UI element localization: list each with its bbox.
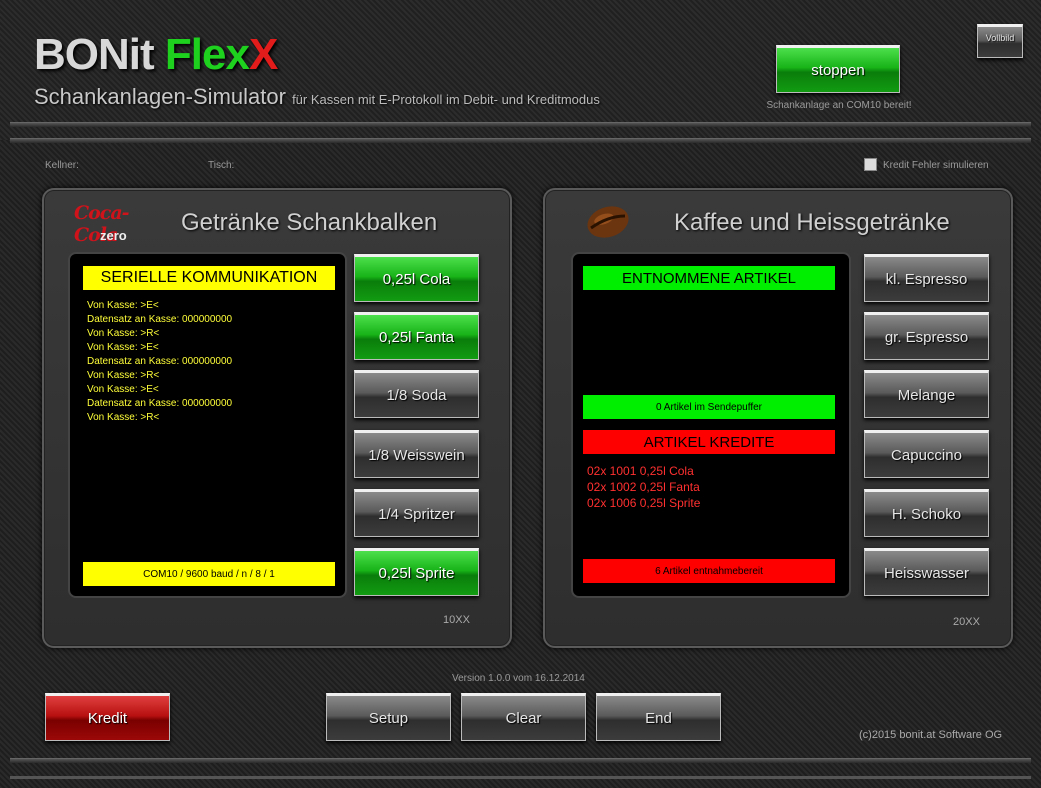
credit-list: 02x 1001 0,25l Cola 02x 1002 0,25l Fanta 0… bbox=[587, 463, 700, 511]
coffee-bean-icon bbox=[585, 204, 631, 240]
coffee-code: 20XX bbox=[953, 616, 980, 628]
coffee-button-melange[interactable]: Melange bbox=[864, 370, 989, 418]
taken-articles-header: ENTNOMMENE ARTIKEL bbox=[583, 266, 835, 290]
clear-button[interactable]: Clear bbox=[461, 693, 586, 741]
coca-cola-logo: Coca-Cola zero bbox=[74, 202, 130, 246]
coffee-button-heisswasser[interactable]: Heisswasser bbox=[864, 548, 989, 596]
list-item: 02x 1001 0,25l Cola bbox=[587, 464, 694, 478]
coffee-button-schoko[interactable]: H. Schoko bbox=[864, 489, 989, 537]
drink-button-weisswein[interactable]: 1/8 Weisswein bbox=[354, 430, 479, 478]
send-buffer-status: 0 Artikel im Sendepuffer bbox=[583, 395, 835, 419]
coffee-button-gr-espresso[interactable]: gr. Espresso bbox=[864, 312, 989, 360]
drink-button-spritzer[interactable]: 1/4 Spritzer bbox=[354, 489, 479, 537]
drink-button-sprite[interactable]: 0,25l Sprite bbox=[354, 548, 479, 596]
table-label: Tisch: bbox=[208, 160, 235, 171]
status-text: Schankanlage an COM10 bereit! bbox=[766, 100, 912, 111]
app-logo: BONit FlexX bbox=[34, 30, 278, 79]
credit-button[interactable]: Kredit bbox=[45, 693, 170, 741]
header-divider bbox=[10, 122, 1031, 127]
list-item: 02x 1006 0,25l Sprite bbox=[587, 496, 701, 510]
fullscreen-button[interactable]: Vollbild bbox=[977, 24, 1023, 58]
stop-button[interactable]: stoppen bbox=[776, 45, 900, 93]
footer-divider-2 bbox=[10, 776, 1031, 779]
coffee-panel-title: Kaffee und Heissgetränke bbox=[674, 209, 950, 236]
drink-button-fanta[interactable]: 0,25l Fanta bbox=[354, 312, 479, 360]
ready-articles-status: 6 Artikel entnahmebereit bbox=[583, 559, 835, 583]
copyright-text: (c)2015 bonit.at Software OG bbox=[859, 729, 1003, 741]
comm-header: SERIELLE KOMMUNIKATION bbox=[83, 266, 335, 290]
coffee-button-kl-espresso[interactable]: kl. Espresso bbox=[864, 254, 989, 302]
drinks-code: 10XX bbox=[443, 614, 470, 626]
port-settings: COM10 / 9600 baud / n / 8 / 1 bbox=[83, 562, 335, 586]
version-text: Version 1.0.0 vom 16.12.2014 bbox=[452, 673, 585, 684]
drink-button-cola[interactable]: 0,25l Cola bbox=[354, 254, 479, 302]
simulate-error-label: Kredit Fehler simulieren bbox=[883, 160, 989, 171]
drink-button-soda[interactable]: 1/8 Soda bbox=[354, 370, 479, 418]
comm-log: Von Kasse: >E< Datensatz an Kasse: 000000… bbox=[87, 300, 233, 423]
waiter-label: Kellner: bbox=[45, 160, 79, 171]
app-subtitle: Schankanlagen-Simulator für Kassen mit E… bbox=[34, 84, 600, 109]
list-item: 02x 1002 0,25l Fanta bbox=[587, 480, 700, 494]
drinks-panel-title: Getränke Schankbalken bbox=[181, 209, 438, 236]
articles-screen bbox=[571, 252, 851, 598]
setup-button[interactable]: Setup bbox=[326, 693, 451, 741]
footer-divider bbox=[10, 758, 1031, 763]
credit-articles-header: ARTIKEL KREDITE bbox=[583, 430, 835, 454]
header-divider-2 bbox=[10, 138, 1031, 143]
end-button[interactable]: End bbox=[596, 693, 721, 741]
coffee-button-capuccino[interactable]: Capuccino bbox=[864, 430, 989, 478]
simulate-error-checkbox[interactable] bbox=[864, 158, 877, 171]
